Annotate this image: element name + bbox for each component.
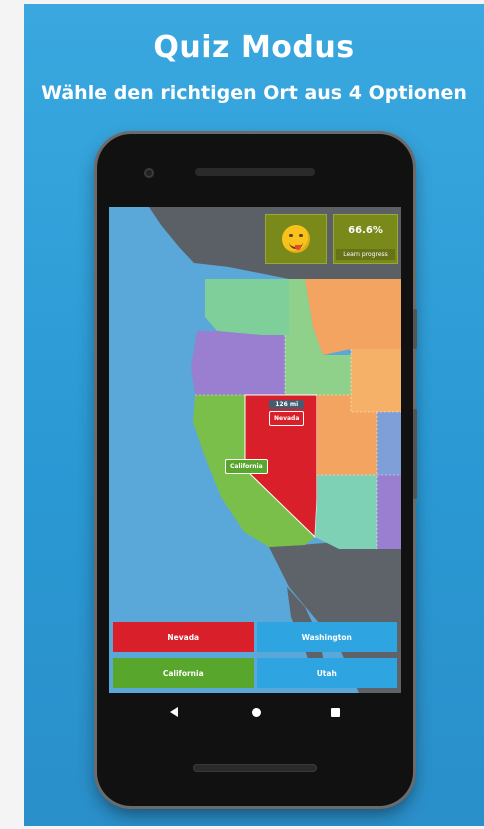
- distance-badge: 126 mi: [269, 400, 305, 409]
- home-circle-icon[interactable]: [252, 708, 261, 717]
- answer-options: Nevada Washington California Utah: [113, 622, 397, 689]
- state-montana[interactable]: [305, 279, 401, 355]
- grinning-tongue-emoji-icon: [282, 225, 310, 253]
- promo-title: Quiz Modus: [153, 30, 355, 65]
- state-colorado[interactable]: [377, 412, 401, 475]
- california-pin-label: California: [225, 459, 268, 474]
- us-west-map[interactable]: [109, 207, 401, 693]
- recents-square-icon[interactable]: [331, 708, 340, 717]
- android-nav-bar: [109, 693, 401, 733]
- bottom-speaker: [193, 764, 317, 772]
- phone-frame: 66.6% Learn progress 126 mi Nevada Calif…: [97, 134, 417, 806]
- nevada-pin-label: Nevada: [269, 411, 305, 426]
- state-arizona[interactable]: [315, 475, 377, 549]
- learn-progress-panel: 66.6% Learn progress: [333, 214, 398, 264]
- answer-button-utah[interactable]: Utah: [256, 658, 397, 688]
- nevada-pin: 126 mi Nevada: [269, 400, 305, 426]
- earpiece-speaker: [195, 168, 315, 176]
- answer-button-nevada[interactable]: Nevada: [113, 622, 254, 652]
- back-triangle-icon[interactable]: [170, 707, 178, 717]
- progress-label: Learn progress: [336, 249, 395, 260]
- state-oregon[interactable]: [191, 331, 285, 395]
- app-screen: 66.6% Learn progress 126 mi Nevada Calif…: [109, 207, 401, 693]
- power-button: [413, 409, 417, 499]
- front-camera: [144, 168, 154, 178]
- state-wyoming[interactable]: [351, 349, 401, 412]
- answer-button-washington[interactable]: Washington: [256, 622, 397, 652]
- california-pin: California: [225, 457, 268, 474]
- progress-value: 66.6%: [348, 225, 383, 236]
- state-new-mexico[interactable]: [377, 475, 401, 549]
- mood-panel: [265, 214, 327, 264]
- state-washington[interactable]: [205, 279, 289, 335]
- promo-panel: Quiz Modus Wähle den richtigen Ort aus 4…: [24, 4, 484, 826]
- promo-subtitle: Wähle den richtigen Ort aus 4 Optionen: [41, 82, 467, 104]
- volume-button: [413, 309, 417, 349]
- answer-button-california[interactable]: California: [113, 658, 254, 688]
